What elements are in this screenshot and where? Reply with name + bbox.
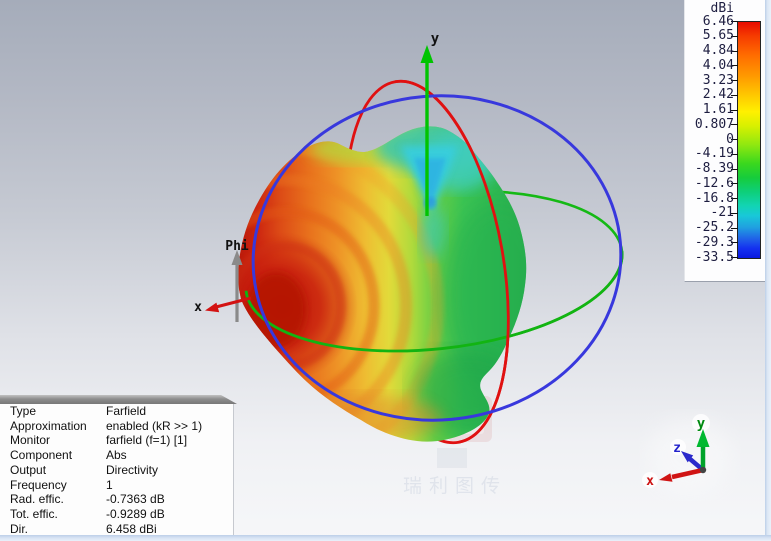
legend-tick-label: -12.6 [694,175,734,191]
window-right-edge [765,0,771,541]
legend-tick-label: 0.807 [694,116,734,132]
legend-tick-label: 3.23 [702,72,734,88]
table-row: Approximation enabled (kR >> 1) [0,419,233,434]
widget-y-label: y [697,416,706,432]
widget-origin [699,466,707,474]
table-row: Frequency 1 [0,478,233,493]
legend-tick-label: 5.65 [702,28,734,44]
info-label: Approximation [10,418,87,433]
widget-z-label: z [673,441,681,456]
result-divider-bar [0,395,237,404]
orientation-widget[interactable]: y z x [642,414,732,493]
info-label: Output [10,462,47,477]
info-value: Farfield [106,404,147,418]
legend-tick-label: -25.2 [694,220,734,235]
info-label: Type [10,404,37,418]
legend-tick-label: 0 [726,131,734,147]
legend-tick-label: -8.39 [694,161,734,176]
info-label: Component [10,448,73,463]
info-value: enabled (kR >> 1) [106,418,203,433]
farfield-info-table: Type Farfield Approximation enabled (kR … [0,404,234,536]
color-scale-bar [737,21,761,259]
phi-label: Phi [225,239,249,254]
table-row: Component Abs [0,448,233,463]
legend-tick-label: -21 [710,205,734,221]
info-label: Rad. effic. [10,492,64,507]
info-value: 1 [106,477,113,492]
legend-tick-label: 1.61 [702,102,734,117]
window-bottom-edge [0,535,771,541]
y-axis-label: y [431,31,440,47]
info-value: Abs [106,448,127,463]
info-value: -0.7363 dB [106,492,165,507]
table-row: Rad. effic. -0.7363 dB [0,492,233,507]
legend-tick-label: 2.42 [702,87,734,103]
info-value: Directivity [106,462,159,477]
table-row: Output Directivity [0,463,233,478]
legend-tick-label: -4.19 [694,146,734,162]
legend-tick-label: -29.3 [694,234,734,250]
watermark-text: 瑞利图传 [403,475,507,497]
info-value: farfield (f=1) [1] [106,433,188,448]
legend-tick-label: 4.84 [702,43,734,58]
farfield-plot-window: 瑞利图传 y Phi x y z x dBi 6.46 5.65 4.84 4.… [0,0,771,541]
info-label: Frequency [10,477,67,492]
legend-tick-label: 4.04 [702,57,734,73]
widget-x-label: x [646,474,654,489]
legend-tick-label: -16.8 [694,190,734,206]
info-value: -0.9289 dB [106,506,165,521]
info-label: Monitor [10,433,51,448]
legend-tick-label: -33.5 [694,249,734,265]
legend-tick-label: 6.46 [702,13,734,29]
table-row: Type Farfield [0,404,233,419]
table-row: Tot. effic. -0.9289 dB [0,507,233,522]
x-axis-label: x [194,300,202,315]
table-row: Monitor farfield (f=1) [1] [0,433,233,448]
info-label: Tot. effic. [10,506,58,521]
color-scale-legend: dBi 6.46 5.65 4.84 4.04 3.23 2.42 1.61 0… [684,0,766,282]
